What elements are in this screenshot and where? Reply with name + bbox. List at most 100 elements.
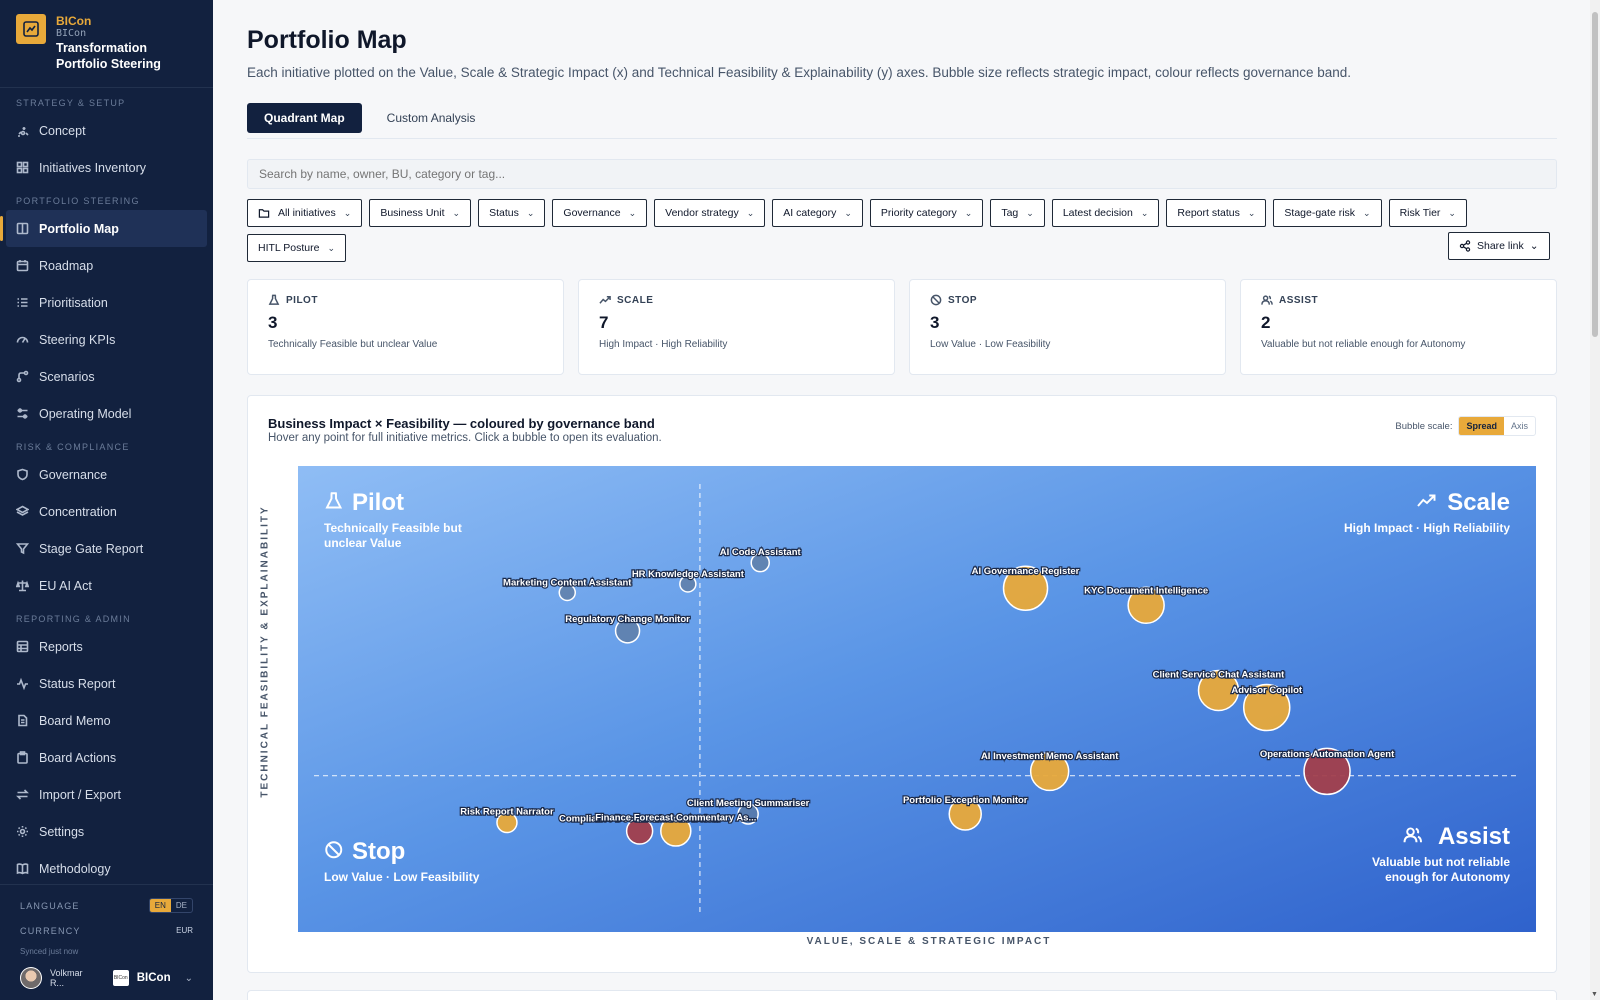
filter-status[interactable]: Status ⌄	[478, 199, 546, 227]
card-description: Low Value · Low Feasibility	[930, 339, 1051, 350]
filter-all-initiatives[interactable]: All initiatives ⌄	[247, 199, 363, 227]
filter-priority-category[interactable]: Priority category ⌄	[869, 199, 984, 227]
currency-label: CURRENCY	[20, 925, 81, 936]
sidebar-item-label: Stage Gate Report	[39, 541, 144, 556]
quadrant-title-stop: Stop	[352, 838, 405, 865]
bubble-label: HR Knowledge Assistant	[632, 569, 745, 580]
filter-risk-tier[interactable]: Risk Tier ⌄	[1388, 199, 1467, 227]
sidebar-item-eu-ai-act[interactable]: EU AI Act	[6, 567, 207, 604]
search-input[interactable]	[247, 159, 1557, 189]
sidebar-nav: STRATEGY & SETUP Concept Initiatives Inven…	[0, 98, 213, 887]
quadrant-card-pilot[interactable]: PILOT 3 Technically Feasible but unclear V…	[247, 279, 564, 375]
tab-custom-analysis[interactable]: Custom Analysis	[370, 103, 493, 133]
quadrant-card-stop[interactable]: STOP 3 Low Value · Low Feasibility	[909, 279, 1226, 375]
sidebar-item-stage-gate-report[interactable]: Stage Gate Report	[6, 530, 207, 567]
bubble-label: AI Code Assistant	[720, 547, 802, 558]
bubble-label: AI Governance Register	[972, 566, 1080, 577]
sidebar-item-board-memo[interactable]: Board Memo	[6, 702, 207, 739]
sidebar-item-reports[interactable]: Reports	[6, 628, 207, 665]
sidebar-item-portfolio-map[interactable]: Portfolio Map	[0, 210, 207, 247]
quadrant-card-assist[interactable]: ASSIST 2 Valuable but not reliable enough …	[1240, 279, 1557, 375]
sidebar-item-methodology[interactable]: Methodology	[6, 850, 207, 887]
chevron-down-icon: ⌄	[1363, 207, 1371, 218]
quadrant-card-scale[interactable]: SCALE 7 High Impact · High Reliability	[578, 279, 895, 375]
lang-en-option[interactable]: EN	[149, 899, 171, 912]
scrollbar-thumb[interactable]	[1592, 12, 1598, 337]
ban-icon	[930, 294, 942, 306]
filter-label: Status	[489, 207, 519, 219]
quadrant-desc-assist: Valuable but not reliable enough for Auto…	[1372, 855, 1510, 884]
sidebar-item-status-report[interactable]: Status Report	[6, 665, 207, 702]
pulse-icon	[17, 677, 28, 690]
chevron-down-icon: ⌄	[327, 242, 336, 253]
sidebar-item-operating-model[interactable]: Operating Model	[6, 395, 207, 432]
lang-de-option[interactable]: DE	[171, 899, 192, 912]
sidebar-item-governance[interactable]: Governance	[6, 456, 207, 493]
chevron-down-icon: ⌄	[526, 207, 535, 218]
sidebar-item-import-export[interactable]: Import / Export	[6, 776, 207, 813]
bubble-scale-axis[interactable]: Axis	[1504, 417, 1535, 435]
bubble-label: Advisor Copilot	[1231, 685, 1303, 696]
sidebar-item-steering-kpis[interactable]: Steering KPIs	[6, 321, 207, 358]
chevron-down-icon: ⌄	[343, 207, 352, 218]
map-icon	[16, 222, 29, 235]
x-axis-label: VALUE, SCALE & STRATEGIC IMPACT	[806, 936, 1052, 947]
users-icon	[1261, 295, 1273, 305]
filter-label: Latest decision	[1062, 207, 1133, 219]
page-title: Portfolio Map	[247, 26, 407, 54]
user-menu[interactable]: Volkmar R... BICon BICon ⌄	[20, 967, 193, 989]
sidebar-item-label: Reports	[39, 639, 83, 654]
sidebar-item-prioritisation[interactable]: Prioritisation	[6, 284, 207, 321]
card-count: 3	[268, 313, 278, 332]
chevron-down-icon[interactable]: ⌄	[185, 973, 193, 984]
filter-stage-gate-risk[interactable]: Stage-gate risk ⌄	[1273, 199, 1382, 227]
sidebar-item-board-actions[interactable]: Board Actions	[6, 739, 207, 776]
brand-header[interactable]: BICon BICon Transformation Portfolio Ste…	[0, 0, 213, 88]
sidebar: BICon BICon Transformation Portfolio Ste…	[0, 0, 213, 1000]
filter-report-status[interactable]: Report status ⌄	[1166, 199, 1267, 227]
filter-label: AI category	[783, 207, 837, 219]
filter-label: All initiatives	[278, 207, 336, 219]
card-description: High Impact · High Reliability	[599, 339, 728, 350]
share-link-button[interactable]: Share link ⌄	[1448, 232, 1550, 260]
sidebar-item-roadmap[interactable]: Roadmap	[6, 247, 207, 284]
filter-hitl-posture[interactable]: HITL Posture ⌄	[247, 234, 347, 262]
sidebar-item-scenarios[interactable]: Scenarios	[6, 358, 207, 395]
funnel-icon	[16, 543, 29, 555]
main-content: Portfolio Map Each initiative plotted on…	[213, 0, 1600, 1000]
bubble-label: KYC Document Intelligence	[1084, 585, 1208, 596]
bubble-label: Risk Report Narrator	[460, 807, 554, 818]
sidebar-item-concept[interactable]: Concept	[6, 112, 207, 149]
filter-business-unit[interactable]: Business Unit ⌄	[369, 199, 472, 227]
tab-quadrant-map[interactable]: Quadrant Map	[247, 103, 362, 133]
app-title: Transformation Portfolio Steering	[56, 41, 161, 71]
language-label: LANGUAGE	[20, 900, 80, 911]
sidebar-item-label: EU AI Act	[39, 578, 92, 593]
filter-label: Business Unit	[380, 207, 445, 219]
card-count: 3	[930, 313, 940, 332]
filter-latest-decision[interactable]: Latest decision ⌄	[1051, 199, 1160, 227]
filter-tag[interactable]: Tag ⌄	[990, 199, 1045, 227]
book-icon	[16, 863, 29, 875]
chevron-down-icon: ⌄	[746, 207, 755, 218]
sidebar-item-settings[interactable]: Settings	[6, 813, 207, 850]
sliders-icon	[17, 408, 28, 419]
sidebar-item-label: Settings	[39, 824, 85, 839]
chart-title: Business Impact × Feasibility — coloured…	[268, 416, 655, 431]
sparkle-icon	[18, 127, 29, 137]
currency-value[interactable]: EUR	[176, 926, 193, 935]
sidebar-item-concentration[interactable]: Concentration	[6, 493, 207, 530]
list-icon	[17, 298, 28, 307]
scroll-down-arrow-icon[interactable]: ▼	[1591, 991, 1598, 998]
bubble-scale-spread[interactable]: Spread	[1459, 417, 1504, 435]
sidebar-item-initiatives-inventory[interactable]: Initiatives Inventory	[6, 149, 207, 186]
plot-background	[298, 466, 1536, 932]
language-switch[interactable]: EN DE	[148, 898, 193, 913]
card-count: 2	[1261, 313, 1271, 332]
filter-governance[interactable]: Governance ⌄	[552, 199, 648, 227]
filter-ai-category[interactable]: AI category ⌄	[772, 199, 863, 227]
filter-vendor-strategy[interactable]: Vendor strategy ⌄	[654, 199, 766, 227]
quadrant-desc-scale: High Impact · High Reliability	[1344, 521, 1510, 535]
quadrant-desc-stop: Low Value · Low Feasibility	[324, 870, 480, 884]
page-scrollbar[interactable]: ▼	[1590, 0, 1600, 1000]
